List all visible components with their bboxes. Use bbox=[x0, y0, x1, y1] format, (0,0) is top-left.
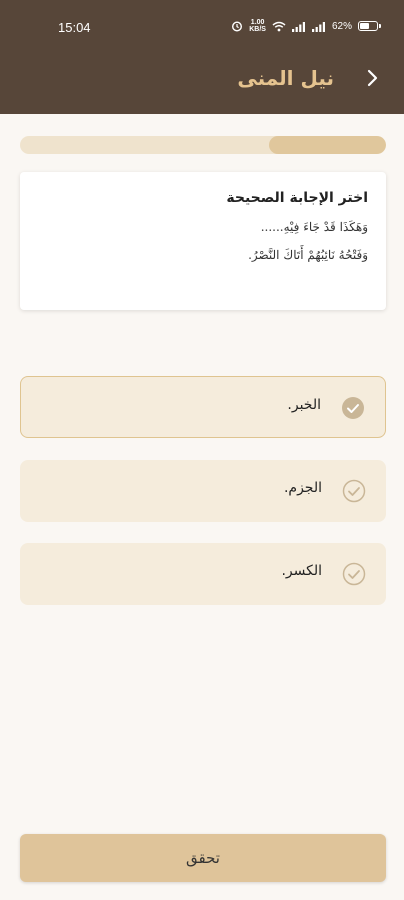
answer-option-label: الجزم. bbox=[283, 480, 322, 496]
quiz-progress-fill bbox=[268, 136, 386, 154]
app-bar: نيل المنى bbox=[0, 56, 404, 114]
status-bar: 15:04 1.00 KB/S 62% bbox=[0, 0, 404, 56]
signal-icon-2 bbox=[311, 21, 325, 32]
question-title: اختر الإجابة الصحيحة bbox=[226, 190, 368, 206]
answer-option-3[interactable]: الكسر. bbox=[20, 543, 386, 605]
question-line-2: وَفَتْحُهُ نَائِبُهُمْ أَتَاكَ النَّصْرُ… bbox=[248, 248, 368, 262]
status-time: 15:04 bbox=[58, 20, 91, 35]
question-card: اختر الإجابة الصحيحة وَهَكَذَا قَدْ جَاء… bbox=[20, 172, 386, 310]
answer-option-1[interactable]: الخبر. bbox=[20, 376, 386, 438]
battery-percent: 62% bbox=[331, 20, 352, 32]
battery-icon bbox=[358, 21, 381, 31]
network-speed-value: 1.00 bbox=[250, 19, 265, 26]
quiz-progress-bar bbox=[20, 136, 386, 154]
status-icons: 1.00 KB/S 62% bbox=[231, 19, 381, 33]
network-speed: 1.00 KB/S bbox=[249, 19, 266, 33]
battery-fill bbox=[360, 23, 370, 29]
check-circle-icon bbox=[342, 397, 364, 419]
answer-option-label: الكسر. bbox=[281, 563, 322, 579]
signal-icon bbox=[291, 21, 305, 32]
check-circle-outline-icon bbox=[342, 479, 366, 503]
check-circle-outline-icon bbox=[342, 562, 366, 586]
answer-option-2[interactable]: الجزم. bbox=[20, 460, 386, 522]
page-title: نيل المنى bbox=[237, 66, 334, 90]
verify-button[interactable]: تحقق bbox=[20, 834, 386, 882]
answer-option-label: الخبر. bbox=[287, 397, 321, 413]
network-speed-unit: KB/S bbox=[249, 26, 266, 33]
alarm-icon bbox=[232, 21, 243, 32]
chevron-right-icon[interactable] bbox=[360, 66, 384, 90]
question-line-1: وَهَكَذَا قَدْ جَاءَ فِيْهِ...... bbox=[260, 220, 368, 234]
wifi-icon bbox=[272, 21, 286, 31]
